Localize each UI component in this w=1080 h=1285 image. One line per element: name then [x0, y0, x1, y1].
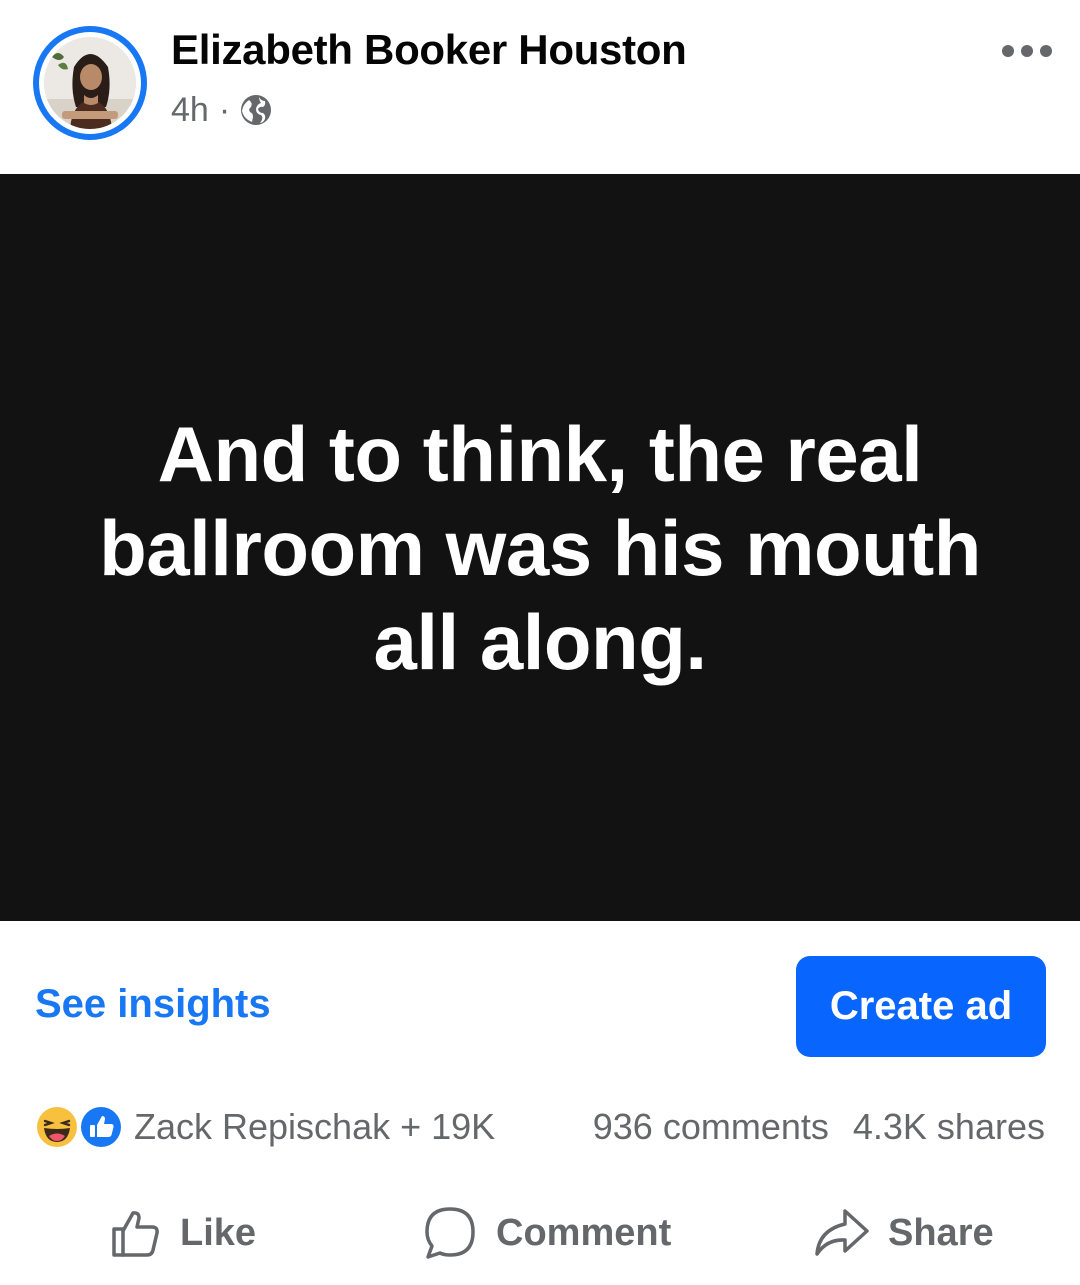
- like-button[interactable]: Like: [108, 1198, 256, 1268]
- post-image-text: And to think, the real ballroom was his …: [99, 409, 981, 686]
- comment-icon: [425, 1207, 475, 1259]
- reaction-summary[interactable]: Zack Repischak + 19K: [34, 1102, 495, 1152]
- ellipsis-icon[interactable]: [1002, 36, 1052, 66]
- post-time[interactable]: 4h: [171, 91, 209, 130]
- meta-separator: ·: [218, 90, 231, 129]
- like-reaction-icon: [79, 1105, 123, 1149]
- comment-label: Comment: [496, 1211, 672, 1254]
- haha-reaction-icon: [35, 1105, 79, 1149]
- avatar-portrait-icon: [44, 37, 136, 129]
- comment-button[interactable]: Comment: [420, 1198, 671, 1268]
- see-insights-link[interactable]: See insights: [35, 982, 271, 1027]
- reaction-icons: [34, 1102, 128, 1152]
- like-icon: [112, 1211, 159, 1257]
- share-label: Share: [888, 1211, 994, 1254]
- ellipsis-dot: [1002, 45, 1014, 57]
- like-label: Like: [180, 1211, 257, 1254]
- avatar[interactable]: [33, 26, 147, 140]
- ellipsis-dot: [1021, 45, 1033, 57]
- share-icon: [815, 1209, 869, 1256]
- create-ad-button[interactable]: Create ad: [796, 956, 1046, 1057]
- share-button[interactable]: Share: [812, 1198, 994, 1268]
- avatar-photo: [44, 37, 136, 129]
- action-bar: Like Comment Share: [0, 1198, 1080, 1268]
- globe-icon[interactable]: [240, 94, 272, 126]
- post-meta: 4h ·: [171, 88, 272, 132]
- ellipsis-dot: [1040, 45, 1052, 57]
- reaction-summary-text: Zack Repischak + 19K: [134, 1106, 496, 1147]
- author-name[interactable]: Elizabeth Booker Houston: [171, 26, 687, 74]
- avatar-border: [39, 32, 141, 134]
- post-image[interactable]: And to think, the real ballroom was his …: [0, 174, 1080, 921]
- post-stats: 936 comments 4.3K shares: [593, 1102, 1045, 1152]
- post-header: Elizabeth Booker Houston 4h ·: [0, 0, 1080, 174]
- comments-count[interactable]: 936 comments: [593, 1106, 829, 1148]
- shares-count[interactable]: 4.3K shares: [853, 1106, 1045, 1148]
